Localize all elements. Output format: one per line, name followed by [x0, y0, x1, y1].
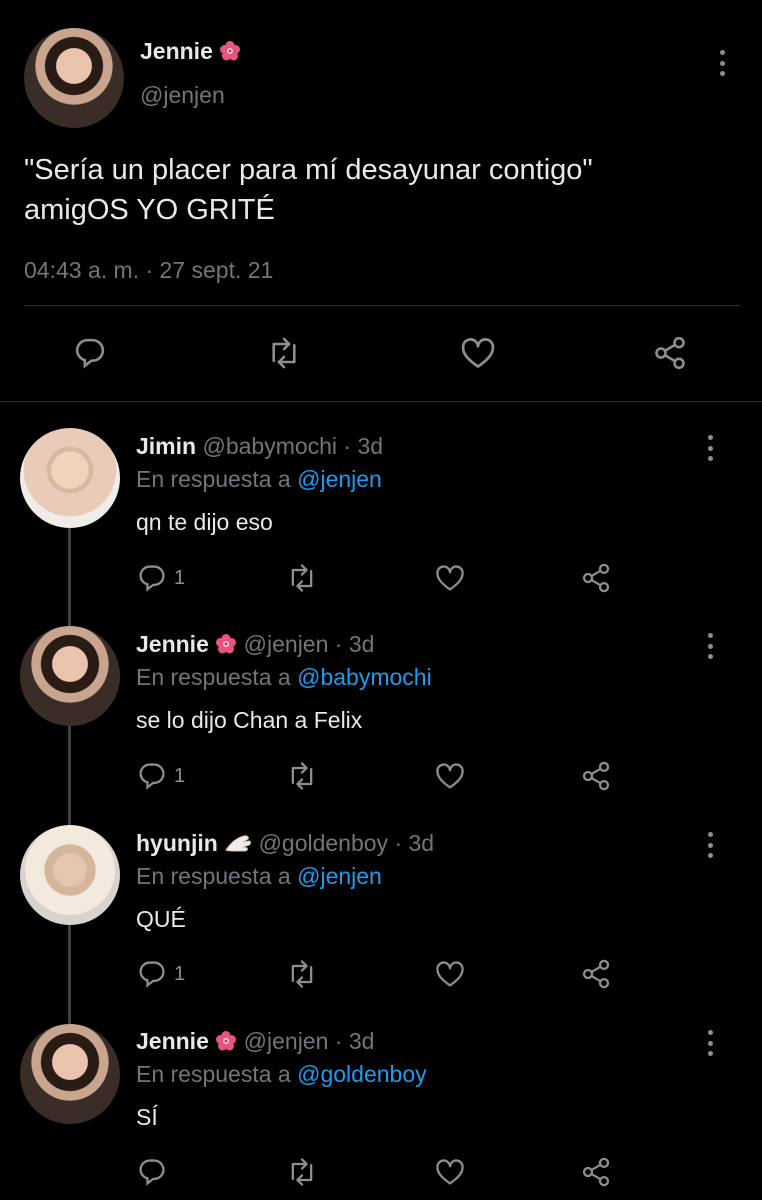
divider — [0, 401, 762, 402]
replying-to-link[interactable]: @jenjen — [297, 466, 382, 492]
reply-header: Jennie @jenjen · 3d — [136, 1028, 374, 1055]
author-name[interactable]: Jennie — [136, 1028, 209, 1054]
reply-header: hyunjin @goldenboy · 3d — [136, 830, 434, 857]
reply-icon[interactable] — [72, 335, 108, 371]
reply-text: QUÉ — [136, 906, 186, 932]
heart-icon[interactable] — [434, 958, 466, 990]
reply-header: Jennie @jenjen · 3d — [136, 631, 374, 658]
avatar[interactable] — [20, 1024, 120, 1124]
reply-time: · 3d — [343, 433, 384, 459]
tweet-text: "Sería un placer para mí desayunar conti… — [24, 150, 593, 230]
more-icon[interactable] — [706, 435, 714, 461]
replying-to: En respuesta a @jenjen — [136, 466, 382, 493]
author-handle[interactable]: @babymochi — [202, 433, 337, 459]
reply-text: qn te dijo eso — [136, 509, 273, 535]
replying-to-link[interactable]: @goldenboy — [297, 1061, 427, 1087]
replying-to-link[interactable]: @jenjen — [297, 863, 382, 889]
reply-header: Jimin @babymochi · 3d — [136, 433, 383, 460]
share-icon[interactable] — [580, 1156, 612, 1188]
share-icon[interactable] — [580, 562, 612, 594]
retweet-icon[interactable] — [286, 562, 318, 594]
reply-icon[interactable] — [136, 958, 168, 990]
reply-time: · 3d — [334, 1028, 375, 1054]
hibiscus-icon — [216, 634, 237, 654]
retweet-icon[interactable] — [286, 958, 318, 990]
replying-prefix: En respuesta a — [136, 1061, 291, 1087]
avatar[interactable] — [20, 825, 120, 925]
more-icon[interactable] — [706, 1030, 714, 1056]
reply-time: · 3d — [394, 830, 435, 856]
reply-icon[interactable] — [136, 760, 168, 792]
tweet-text-line: amigOS YO GRITÉ — [24, 194, 275, 226]
share-icon[interactable] — [580, 760, 612, 792]
timestamp[interactable]: 04:43 a. m. · 27 sept. 21 — [24, 257, 273, 284]
retweet-icon[interactable] — [286, 760, 318, 792]
thread-line — [68, 528, 71, 1024]
author-name[interactable]: Jimin — [136, 433, 196, 459]
hibiscus-icon — [216, 1031, 237, 1051]
replying-to: En respuesta a @goldenboy — [136, 1061, 427, 1088]
reply-count: 1 — [174, 963, 186, 985]
author-handle[interactable]: @goldenboy — [259, 830, 389, 856]
reply-icon[interactable] — [136, 562, 168, 594]
replying-prefix: En respuesta a — [136, 466, 291, 492]
replying-prefix: En respuesta a — [136, 664, 291, 690]
more-icon[interactable] — [706, 832, 714, 858]
reply-time: · 3d — [334, 631, 375, 657]
author-handle[interactable]: @jenjen — [140, 82, 225, 109]
more-icon[interactable] — [706, 633, 714, 659]
replying-prefix: En respuesta a — [136, 863, 291, 889]
heart-icon[interactable] — [434, 562, 466, 594]
reply-count: 1 — [174, 765, 186, 787]
reply-text: SÍ — [136, 1104, 158, 1130]
replying-to: En respuesta a @jenjen — [136, 863, 382, 890]
author-name[interactable]: Jennie — [136, 631, 209, 657]
author-handle[interactable]: @jenjen — [244, 1028, 329, 1054]
author-handle[interactable]: @jenjen — [244, 631, 329, 657]
hibiscus-icon — [220, 41, 241, 61]
avatar[interactable] — [20, 428, 120, 528]
more-icon[interactable] — [718, 50, 726, 76]
divider — [24, 305, 740, 306]
share-icon[interactable] — [580, 958, 612, 990]
heart-icon[interactable] — [434, 1156, 466, 1188]
author-name[interactable]: Jennie — [140, 38, 213, 64]
author-name[interactable]: hyunjin — [136, 830, 218, 856]
hand-icon — [225, 835, 252, 852]
replying-to-link[interactable]: @babymochi — [297, 664, 432, 690]
share-icon[interactable] — [652, 335, 688, 371]
avatar[interactable] — [20, 626, 120, 726]
replying-to: En respuesta a @babymochi — [136, 664, 432, 691]
avatar[interactable] — [24, 28, 124, 128]
reply-text: se lo dijo Chan a Felix — [136, 707, 363, 733]
author-row: Jennie — [140, 38, 241, 65]
retweet-icon[interactable] — [266, 335, 302, 371]
reply-count: 1 — [174, 567, 186, 589]
reply-icon[interactable] — [136, 1156, 168, 1188]
heart-icon[interactable] — [434, 760, 466, 792]
retweet-icon[interactable] — [286, 1156, 318, 1188]
tweet-text-line: "Sería un placer para mí desayunar conti… — [24, 154, 593, 186]
heart-icon[interactable] — [459, 334, 497, 372]
